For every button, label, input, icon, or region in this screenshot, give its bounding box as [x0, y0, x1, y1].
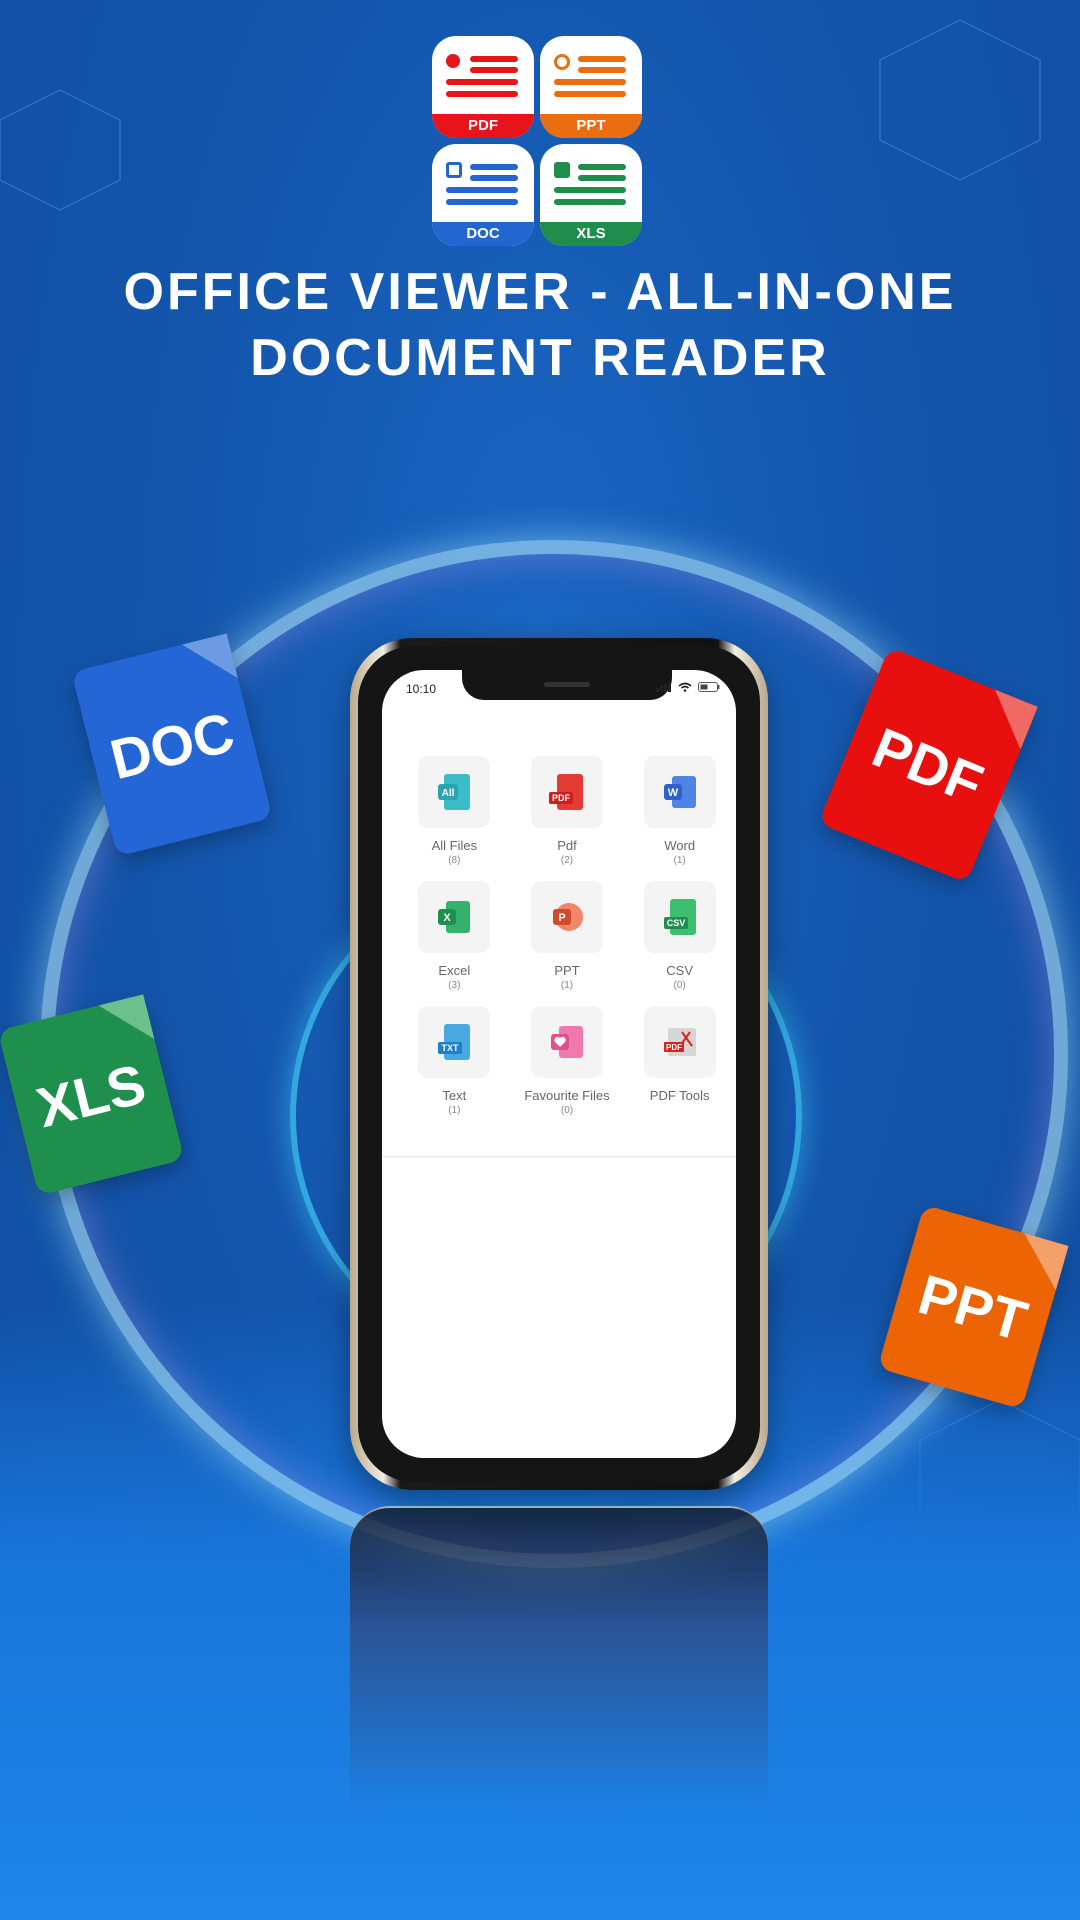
logo-tile-pdf: PDF [432, 36, 534, 138]
logo-tile-label: DOC [432, 222, 534, 246]
pdf-tools-icon: PDF [663, 1028, 696, 1056]
category-grid: All All Files (8) PDF Pdf (2) W Word (1)… [398, 756, 736, 1117]
category-favourite-files[interactable]: Favourite Files (0) [511, 1006, 624, 1117]
svg-text:P: P [558, 912, 565, 924]
doc-badge-label: DOC [103, 699, 240, 791]
section-divider [382, 1156, 736, 1157]
phone-screen: 10:10 All All Files (8) PDF Pdf (2) W Wo… [382, 670, 736, 1458]
excel-icon: X [438, 901, 471, 933]
xls-badge-label: XLS [30, 1051, 152, 1139]
logo-tile-label: PPT [540, 114, 642, 138]
square-filled-icon [554, 162, 570, 178]
svg-text:PDF: PDF [666, 1043, 682, 1052]
csv-icon: CSV [663, 899, 696, 935]
pdf-badge-label: PDF [864, 714, 992, 816]
logo-tile-ppt: PPT [540, 36, 642, 138]
phone-mockup: 10:10 All All Files (8) PDF Pdf (2) W Wo… [350, 638, 768, 1490]
svg-text:W: W [667, 787, 678, 799]
square-outline-icon [446, 162, 462, 178]
logo-tile-label: PDF [432, 114, 534, 138]
logo-tile-xls: XLS [540, 144, 642, 246]
favourite-icon [550, 1026, 583, 1058]
category-text[interactable]: TXT Text (1) [398, 1006, 511, 1117]
app-logo: PDF PPT DOC XLS [432, 36, 644, 248]
pdf-icon: PDF [548, 774, 583, 810]
battery-icon [698, 682, 720, 692]
circle-icon [446, 54, 460, 68]
signal-icon [656, 682, 671, 692]
category-word[interactable]: W Word (1) [623, 756, 736, 867]
headline-line-2: DOCUMENT READER [250, 329, 830, 387]
logo-tile-doc: DOC [432, 144, 534, 246]
headline-line-1: OFFICE VIEWER - ALL-IN-ONE [123, 263, 957, 321]
category-excel[interactable]: X Excel (3) [398, 881, 511, 992]
svg-text:PDF: PDF [552, 793, 571, 803]
category-csv[interactable]: CSV CSV (0) [623, 881, 736, 992]
text-file-icon: TXT [438, 1024, 471, 1060]
category-all-files[interactable]: All All Files (8) [398, 756, 511, 867]
svg-text:CSV: CSV [666, 918, 685, 928]
svg-text:TXT: TXT [442, 1043, 460, 1053]
svg-text:All: All [442, 788, 455, 799]
all-files-icon: All [438, 774, 471, 810]
category-ppt[interactable]: P PPT (1) [511, 881, 624, 992]
ring-icon [554, 54, 570, 70]
category-pdf[interactable]: PDF Pdf (2) [511, 756, 624, 867]
phone-notch [462, 670, 672, 700]
logo-tile-label: XLS [540, 222, 642, 246]
wifi-icon [678, 682, 692, 692]
category-pdf-tools[interactable]: PDF PDF Tools [623, 1006, 736, 1117]
phone-reflection [350, 1506, 768, 1808]
svg-text:X: X [444, 912, 452, 924]
status-time: 10:10 [406, 682, 437, 696]
powerpoint-icon: P [552, 903, 583, 931]
word-icon: W [663, 776, 696, 808]
